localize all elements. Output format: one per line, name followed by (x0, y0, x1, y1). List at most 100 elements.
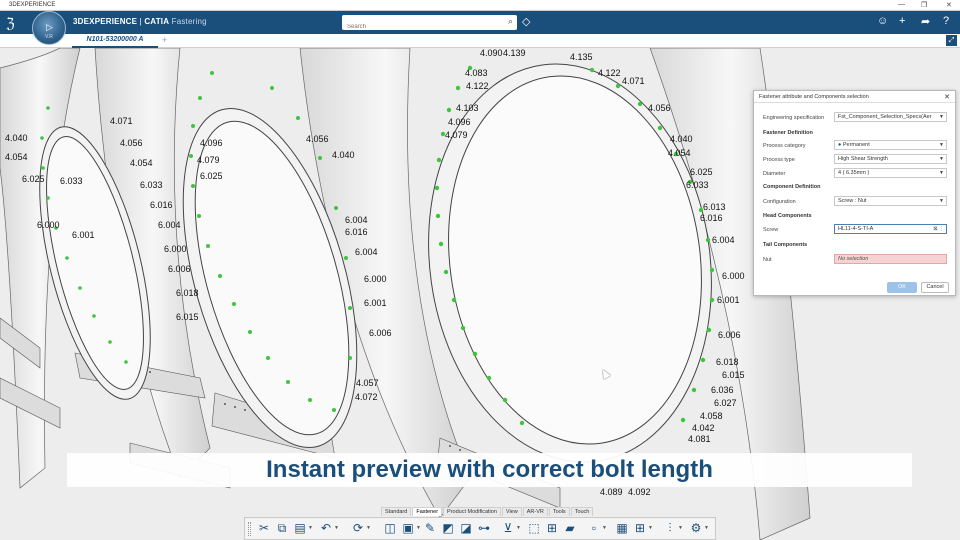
action-bar: ✂ ⧉ ▤ ▼ ↶ ▼ ⟳ ▼ ◫ ▣ ▼ ✎ ◩ ◪ ⊶ ⊻ ▼ ⬚ ⊞ ▰ … (244, 517, 716, 540)
diameter-value: 4 ( 6.35mm ) (838, 170, 870, 176)
bolt-length-label: 4.089 (600, 487, 623, 497)
group-icon[interactable]: ⬚ (527, 521, 541, 536)
box-icon[interactable]: ▫ (587, 521, 601, 536)
tab-standard[interactable]: Standard (381, 507, 412, 516)
cut-icon[interactable]: ✂ (257, 521, 271, 536)
screw-label: Screw (763, 227, 779, 233)
play-icon[interactable]: ▷ (46, 22, 53, 33)
plus-icon[interactable]: + (899, 15, 905, 27)
screw-field[interactable]: HL11-4-S-TI-A ⊠ ⋮ (834, 224, 947, 234)
bolt-length-label: 4.079 (197, 155, 220, 165)
chevron-down-icon[interactable]: ▼ (516, 521, 521, 536)
analysis-icon[interactable]: ⫶ (663, 521, 677, 536)
gear-icon[interactable]: ⚙ (689, 521, 703, 536)
close-icon[interactable]: ✕ (944, 93, 950, 101)
cancel-button[interactable]: Cancel (921, 282, 949, 293)
process-category-select[interactable]: ● Permanent ▼ (834, 140, 947, 150)
chevron-down-icon[interactable]: ▼ (308, 521, 313, 536)
chevron-down-icon[interactable]: ▼ (704, 521, 709, 536)
window-title: 3DEXPERIENCE (9, 2, 56, 8)
bolt-length-label: 6.000 (722, 271, 745, 281)
bolt-length-label: 6.001 (364, 298, 387, 308)
split-icon[interactable]: ⊻ (501, 521, 515, 536)
share-icon[interactable]: ➦ (921, 15, 930, 28)
dialog-title: Fastener attribute and Components select… (759, 94, 869, 100)
chevron-down-icon[interactable]: ▼ (678, 521, 683, 536)
engineering-spec-select[interactable]: Fst_Component_Selection_Specs(Aer ▼ (834, 112, 947, 122)
search-box[interactable]: ⌕ (342, 15, 517, 35)
compass-version: V.R (45, 34, 53, 40)
tag-icon[interactable]: ◇ (522, 15, 530, 28)
configuration-select[interactable]: Screw : Nut ▼ (834, 196, 947, 206)
bolt-length-label: 6.033 (686, 180, 709, 190)
nut-value: No selection (838, 256, 869, 262)
bolt-length-label: 6.036 (711, 385, 734, 395)
configuration-label: Configuration (763, 199, 796, 205)
grid-icon[interactable]: ⊞ (633, 521, 647, 536)
bolt-length-label: 6.018 (716, 357, 739, 367)
bolt-length-label: 4.071 (622, 76, 645, 86)
add-tab-icon[interactable]: + (162, 35, 167, 45)
fastener-dialog: Fastener attribute and Components select… (753, 90, 956, 296)
chevron-down-icon[interactable]: ▼ (366, 521, 371, 536)
toolbar-grip[interactable] (248, 522, 251, 536)
bolt-length-label: 6.018 (176, 288, 199, 298)
bolt-length-label: 6.016 (345, 227, 368, 237)
tree-icon[interactable]: ◪ (459, 521, 473, 536)
close-window-icon[interactable]: ✕ (946, 1, 952, 9)
table-icon[interactable]: ▦ (615, 521, 629, 536)
chevron-down-icon[interactable]: ▼ (939, 141, 944, 149)
user-icon[interactable]: ☺ (877, 15, 888, 27)
fastener-spot-icon[interactable]: ◫ (383, 521, 397, 536)
tab-ar-vr[interactable]: AR-VR (522, 507, 548, 516)
chevron-down-icon[interactable]: ▼ (939, 155, 944, 163)
process-type-value: High Shear Strength (838, 156, 888, 162)
bolt-length-label: 6.001 (717, 295, 740, 305)
search-input[interactable] (342, 19, 492, 35)
stack-icon[interactable]: ◩ (441, 521, 455, 536)
nut-field[interactable]: No selection (834, 254, 947, 264)
chevron-down-icon[interactable]: ▼ (602, 521, 607, 536)
fastener-line-icon[interactable]: ▣ (401, 521, 415, 536)
chevron-down-icon[interactable]: ▼ (939, 169, 944, 177)
fullscreen-icon[interactable]: ⤢ (946, 35, 957, 46)
ok-button[interactable]: OK (887, 282, 917, 293)
bolt-length-label: 4.054 (668, 148, 691, 158)
help-icon[interactable]: ? (943, 15, 949, 27)
bolt-length-label: 6.015 (722, 370, 745, 380)
folder-icon[interactable]: ▰ (563, 521, 577, 536)
window-titlebar: 3DEXPERIENCE — ❐ ✕ (0, 0, 960, 11)
diameter-select[interactable]: 4 ( 6.35mm ) ▼ (834, 168, 947, 178)
chevron-down-icon[interactable]: ▼ (416, 521, 421, 536)
undo-icon[interactable]: ↶ (319, 521, 333, 536)
bolt-length-label: 4.092 (628, 487, 651, 497)
clear-icon[interactable]: ⊠ ⋮ (933, 225, 944, 233)
chevron-down-icon[interactable]: ▼ (939, 113, 944, 121)
compass-widget[interactable]: ▷ V.R (32, 11, 66, 45)
chevron-down-icon[interactable]: ▼ (939, 197, 944, 205)
tab-view[interactable]: View (501, 507, 522, 516)
paste-icon[interactable]: ▤ (293, 521, 307, 536)
chevron-down-icon[interactable]: ▼ (334, 521, 339, 536)
minimize-icon[interactable]: — (898, 1, 905, 8)
caption-text: Instant preview with correct bolt length (266, 456, 713, 483)
copy-icon[interactable]: ⧉ (275, 521, 289, 536)
search-icon[interactable]: ⌕ (508, 16, 513, 27)
update-icon[interactable]: ⟳ (351, 521, 365, 536)
pencil-icon[interactable]: ✎ (423, 521, 437, 536)
tab-document[interactable]: N101-53200000 A (72, 34, 158, 48)
bolt-length-label: 4.071 (110, 116, 133, 126)
process-type-select[interactable]: High Shear Strength ▼ (834, 154, 947, 164)
assembly-icon[interactable]: ⊞ (545, 521, 559, 536)
chevron-down-icon[interactable]: ▼ (648, 521, 653, 536)
bolt-length-label: 6.004 (355, 247, 378, 257)
diameter-label: Diameter (763, 171, 786, 177)
tail-components-heading: Tail Components (763, 242, 808, 248)
ds-logo-icon[interactable]: ℨ (6, 15, 15, 32)
tab-fastener[interactable]: Fastener (412, 507, 443, 516)
link-icon[interactable]: ⊶ (477, 521, 491, 536)
tab-product-modification[interactable]: Product Modification (443, 507, 501, 516)
tab-touch[interactable]: Touch (570, 507, 594, 516)
tab-tools[interactable]: Tools (548, 507, 570, 516)
maximize-icon[interactable]: ❐ (921, 1, 927, 9)
